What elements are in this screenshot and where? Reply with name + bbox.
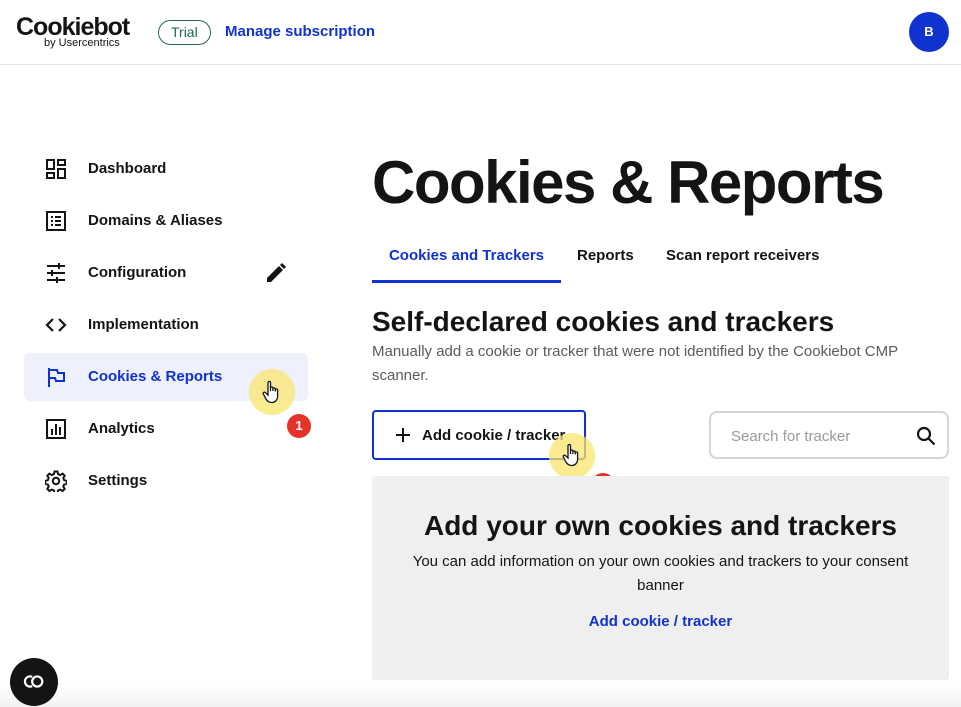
sidebar-item-label: Cookies & Reports — [88, 368, 223, 385]
sidebar-item-label: Analytics — [88, 420, 155, 437]
tracker-search[interactable] — [709, 411, 949, 459]
sidebar-item-domains[interactable]: Domains & Aliases — [24, 197, 308, 245]
sidebar-item-label: Dashboard — [88, 160, 167, 177]
tab-cookies-and-trackers[interactable]: Cookies and Trackers — [372, 236, 561, 283]
sidebar-item-dashboard[interactable]: Dashboard — [24, 145, 308, 193]
empty-state-panel: Add your own cookies and trackers You ca… — [372, 476, 949, 680]
empty-state-description: You can add information on your own cook… — [412, 553, 909, 594]
flag-icon — [45, 366, 67, 388]
logo-byline: by Usercentrics — [44, 37, 120, 49]
sidebar-item-settings[interactable]: Settings — [24, 457, 308, 505]
chart-icon — [45, 418, 67, 440]
tab-bar: Cookies and Trackers Reports Scan report… — [372, 236, 832, 284]
list-icon — [45, 210, 67, 232]
empty-state-title: Add your own cookies and trackers — [423, 510, 898, 541]
top-bar: Cookiebot by Usercentrics Trial Manage s… — [0, 0, 961, 65]
sidebar-item-configuration[interactable]: Configuration — [24, 249, 308, 297]
search-input[interactable] — [731, 425, 901, 447]
consent-icon — [23, 675, 44, 688]
sliders-icon — [45, 262, 67, 284]
section-description: Manually add a cookie or tracker that we… — [372, 343, 898, 384]
dashboard-icon — [45, 158, 67, 180]
sidebar-item-label: Settings — [88, 472, 148, 489]
tab-scan-report-receivers[interactable]: Scan report receivers — [666, 236, 819, 283]
user-avatar[interactable]: B — [909, 12, 949, 52]
page-title: Cookies & Reports — [372, 149, 885, 216]
sidebar-item-label: Implementation — [88, 316, 199, 333]
manage-subscription-link[interactable]: Manage subscription — [225, 22, 375, 42]
sidebar-item-label: Configuration — [88, 264, 187, 281]
add-cookie-tracker-label: Add cookie / tracker — [422, 427, 566, 444]
bottom-fade — [0, 684, 961, 707]
cookiebot-logo[interactable]: Cookiebot by Usercentrics — [16, 13, 130, 49]
step-badge-1: 1 — [287, 414, 311, 438]
pointer-hand-icon — [561, 443, 583, 467]
sidebar-item-implementation[interactable]: Implementation — [24, 301, 308, 349]
code-icon — [45, 314, 67, 336]
sidebar-item-label: Domains & Aliases — [88, 212, 223, 229]
add-cookie-tracker-link[interactable]: Add cookie / tracker — [372, 612, 949, 632]
tab-reports[interactable]: Reports — [577, 236, 634, 283]
cookie-consent-toggle[interactable] — [10, 658, 58, 706]
gear-icon — [44, 470, 68, 495]
search-icon[interactable] — [916, 426, 936, 446]
pencil-icon[interactable] — [264, 261, 288, 285]
trial-badge: Trial — [158, 20, 211, 45]
plus-icon — [394, 426, 412, 444]
section-title: Self-declared cookies and trackers — [372, 306, 835, 337]
pointer-hand-icon — [261, 380, 283, 404]
